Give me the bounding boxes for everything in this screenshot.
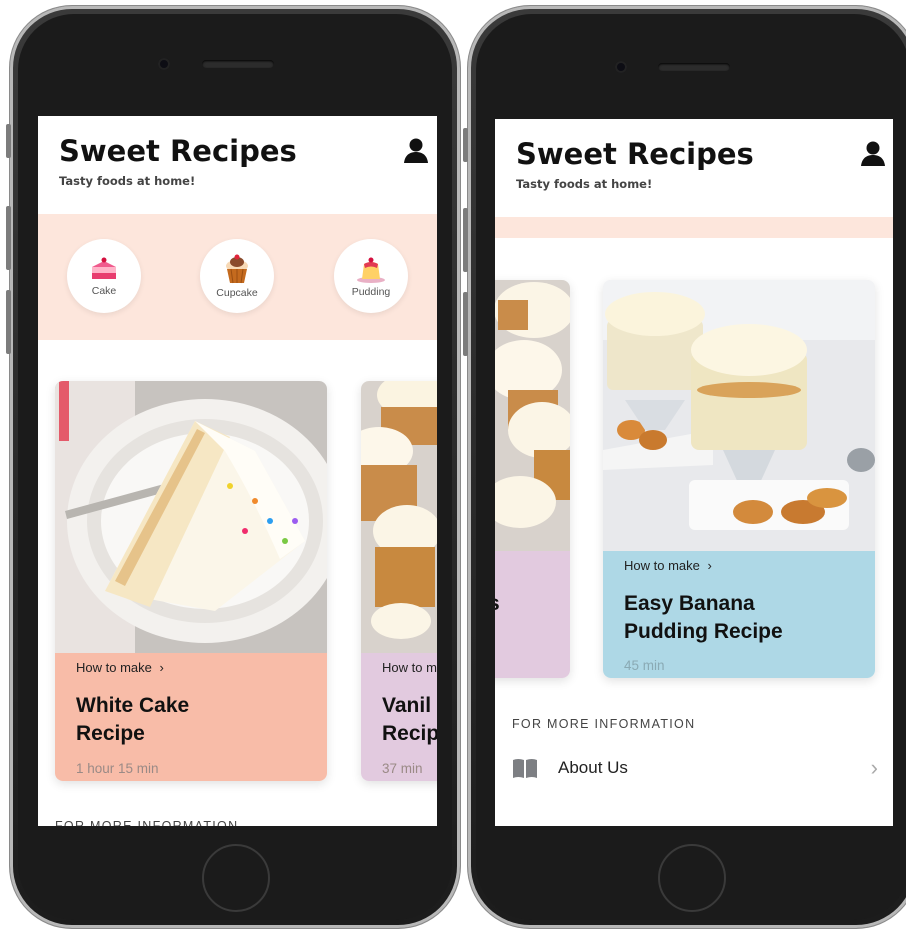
recipe-title-line: Recipe (76, 722, 145, 745)
home-button[interactable] (658, 844, 726, 912)
chevron-right-icon: › (159, 660, 164, 675)
recipe-card-white-cake[interactable]: How to make › White Cake Recipe 1 hour 1… (55, 381, 327, 781)
volume-up-button (6, 206, 11, 270)
category-cupcake[interactable]: Cupcake (200, 239, 274, 313)
how-to-make-link[interactable]: How to make › (624, 558, 712, 573)
about-us-row[interactable]: About Us › (512, 755, 878, 781)
recipe-title: Easy Banana Pudding Recipe (624, 590, 783, 646)
card-footer (495, 551, 570, 678)
app-subtitle: Tasty foods at home! (59, 174, 196, 188)
recipe-title-line: Recip (382, 722, 437, 745)
about-us-label: About Us (558, 758, 628, 777)
banana-pudding-photo (603, 280, 875, 551)
recipe-card-vanilla[interactable]: How to m Vanil Recip 37 min (361, 381, 437, 781)
front-camera (158, 58, 170, 70)
recipe-title-line: Pudding Recipe (624, 620, 783, 643)
earpiece-speaker (202, 60, 274, 68)
how-to-make-label[interactable]: How to m (382, 660, 437, 675)
cake-icon (92, 257, 116, 279)
category-label: Cupcake (216, 287, 258, 299)
recipe-card-banana-pudding[interactable]: How to make › Easy Banana Pudding Recipe… (603, 280, 875, 678)
volume-up-button (463, 208, 468, 272)
recipe-title-line: Easy Banana (624, 592, 755, 615)
vanilla-cupcake-photo (495, 280, 570, 551)
recipe-duration: 37 min (382, 761, 423, 776)
more-info-heading: FOR MORE INFORMATION (512, 717, 696, 731)
screen-right: Sweet Recipes Tasty foods at home! s (495, 119, 893, 826)
white-cake-photo (55, 381, 327, 653)
book-icon (513, 759, 537, 778)
recipe-duration: 1 hour 15 min (76, 761, 159, 776)
mute-switch (6, 124, 11, 158)
home-button[interactable] (202, 844, 270, 912)
category-label: Pudding (351, 286, 391, 298)
screen-left: Sweet Recipes Tasty foods at home! Cake … (38, 116, 437, 826)
recipe-card-vanilla[interactable]: s (495, 280, 570, 678)
how-to-make-label: How to make (624, 558, 700, 573)
category-label: Cake (91, 285, 117, 297)
earpiece-speaker (658, 63, 730, 71)
user-icon[interactable] (859, 139, 887, 167)
recipe-title-line: Vanil (382, 694, 432, 717)
chevron-right-icon: › (707, 558, 712, 573)
cupcake-icon (226, 254, 248, 284)
pudding-icon (357, 257, 385, 283)
recipe-duration: 45 min (624, 658, 665, 673)
how-to-make-link[interactable]: How to make › (76, 660, 164, 675)
app-title: Sweet Recipes (516, 137, 754, 171)
more-info-heading: FOR MORE INFORMATION (55, 819, 239, 826)
category-band: Cake Cupcake Pudding (38, 214, 437, 340)
volume-down-button (463, 292, 468, 356)
mute-switch (463, 128, 468, 162)
recipe-title: White Cake Recipe (76, 692, 189, 748)
volume-down-button (6, 290, 11, 354)
recipe-title-line: White Cake (76, 694, 190, 717)
front-camera (615, 61, 627, 73)
category-cake[interactable]: Cake (67, 239, 141, 313)
category-pudding[interactable]: Pudding (334, 239, 408, 313)
recipe-title: Vanil Recip (382, 692, 437, 748)
user-icon[interactable] (402, 136, 430, 164)
app-subtitle: Tasty foods at home! (516, 177, 653, 191)
chevron-right-icon: › (870, 755, 878, 780)
vanilla-cupcake-photo (361, 381, 437, 653)
app-title: Sweet Recipes (59, 134, 297, 168)
category-band (495, 217, 893, 238)
how-to-make-label: How to make (76, 660, 152, 675)
recipe-title-partial: s (495, 592, 500, 616)
